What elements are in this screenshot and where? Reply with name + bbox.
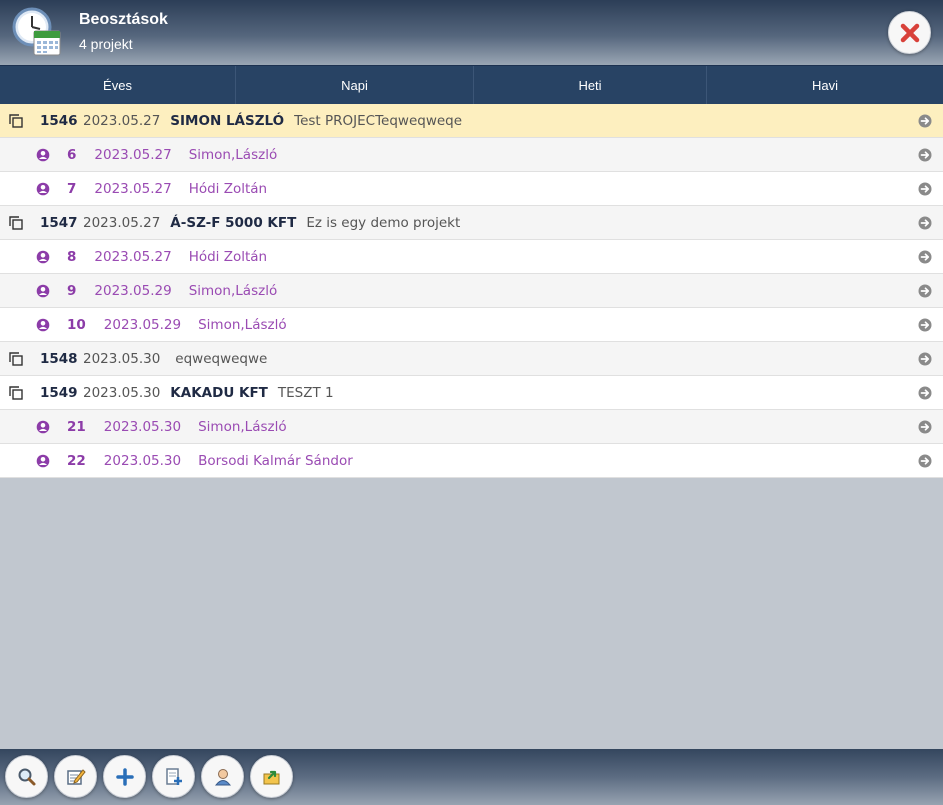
- person-icon: [36, 420, 50, 434]
- assignment-id: 9: [67, 283, 77, 299]
- assignment-person: Hódi Zoltán: [188, 181, 268, 197]
- assignment-date: 2023.05.27: [94, 249, 172, 265]
- edit-note-icon: [66, 768, 86, 785]
- arrow-right-icon[interactable]: [918, 284, 932, 298]
- person-icon: [36, 182, 50, 196]
- assignment-date: 2023.05.30: [103, 419, 182, 435]
- assignment-row[interactable]: 8 2023.05.27 Hódi Zoltán: [0, 240, 943, 274]
- project-client: SIMON LÁSZLÓ: [170, 113, 285, 129]
- close-button[interactable]: [888, 11, 931, 54]
- period-tabs: Éves Napi Heti Havi: [0, 65, 943, 104]
- edit-button[interactable]: [54, 755, 97, 798]
- project-client: KAKADU KFT: [170, 385, 268, 401]
- assignment-person: Simon,László: [188, 147, 278, 163]
- project-client: Á-SZ-F 5000 KFT: [170, 215, 297, 231]
- assignment-person: Borsodi Kalmár Sándor: [198, 453, 353, 469]
- project-description: eqweqweqwe: [175, 351, 268, 367]
- assignment-date: 2023.05.27: [94, 181, 172, 197]
- arrow-right-icon[interactable]: [918, 454, 932, 468]
- project-description: Ez is egy demo projekt: [306, 215, 461, 231]
- assignment-person: Simon,László: [198, 317, 287, 333]
- export-icon: [263, 770, 279, 784]
- assignment-id: 21: [67, 419, 86, 435]
- page-title: Beosztások: [79, 11, 168, 28]
- assignment-date: 2023.05.27: [94, 147, 172, 163]
- assignment-row[interactable]: 22 2023.05.30 Borsodi Kalmár Sándor: [0, 444, 943, 478]
- assignment-row[interactable]: 9 2023.05.29 Simon,László: [0, 274, 943, 308]
- project-id: 1547: [40, 215, 78, 231]
- copy-icon: [9, 352, 23, 366]
- assignment-person: Hódi Zoltán: [188, 249, 268, 265]
- person-icon: [36, 284, 50, 298]
- assignment-row[interactable]: 7 2023.05.27 Hódi Zoltán: [0, 172, 943, 206]
- magnifier-icon: [18, 768, 35, 785]
- project-row[interactable]: 1546 2023.05.27 SIMON LÁSZLÓ Test PROJECTeq…: [0, 104, 943, 138]
- assignment-date: 2023.05.29: [103, 317, 182, 333]
- assignment-person: Simon,László: [188, 283, 278, 299]
- project-description: Test PROJECTeqweqweqe: [294, 113, 463, 129]
- assignment-id: 6: [67, 147, 77, 163]
- project-date: 2023.05.30: [83, 385, 161, 401]
- project-date: 2023.05.27: [83, 215, 161, 231]
- tab-heti[interactable]: Heti: [474, 66, 707, 104]
- assignment-date: 2023.05.29: [94, 283, 172, 299]
- assignment-person: Simon,László: [198, 419, 287, 435]
- assignment-id: 22: [67, 453, 86, 469]
- project-id: 1546: [40, 113, 78, 129]
- assignment-row[interactable]: 6 2023.05.27 Simon,László: [0, 138, 943, 172]
- arrow-right-icon[interactable]: [918, 386, 932, 400]
- arrow-right-icon[interactable]: [918, 216, 932, 230]
- arrow-right-icon[interactable]: [918, 114, 932, 128]
- tab-napi[interactable]: Napi: [236, 66, 474, 104]
- arrow-right-icon[interactable]: [918, 148, 932, 162]
- person-icon: [36, 148, 50, 162]
- assignment-date: 2023.05.30: [103, 453, 182, 469]
- assignment-id: 10: [67, 317, 86, 333]
- tab-eves[interactable]: Éves: [0, 66, 236, 104]
- project-id: 1549: [40, 385, 78, 401]
- user-icon: [214, 768, 231, 785]
- arrow-right-icon[interactable]: [918, 182, 932, 196]
- export-button[interactable]: [250, 755, 293, 798]
- copy-icon: [9, 114, 23, 128]
- bottom-toolbar: [0, 749, 943, 805]
- schedule-list: 1546 2023.05.27 SIMON LÁSZLÓ Test PROJECTeq…: [0, 104, 943, 478]
- clock-calendar-icon: [12, 7, 61, 56]
- project-row[interactable]: 1547 2023.05.27 Á-SZ-F 5000 KFT Ez is egy d…: [0, 206, 943, 240]
- project-date: 2023.05.27: [83, 113, 161, 129]
- project-description: TESZT 1: [277, 385, 334, 401]
- arrow-right-icon[interactable]: [918, 318, 932, 332]
- project-row[interactable]: 1548 2023.05.30 eqweqweqwe: [0, 342, 943, 376]
- person-icon: [36, 454, 50, 468]
- arrow-right-icon[interactable]: [918, 352, 932, 366]
- arrow-right-icon[interactable]: [918, 250, 932, 264]
- header-bar: Beosztások 4 projekt: [0, 0, 943, 65]
- assignment-row[interactable]: 21 2023.05.30 Simon,László: [0, 410, 943, 444]
- copy-icon: [9, 216, 23, 230]
- project-count: 4 projekt: [79, 36, 133, 52]
- person-icon: [36, 318, 50, 332]
- project-row[interactable]: 1549 2023.05.30 KAKADU KFT TESZT 1: [0, 376, 943, 410]
- assignment-id: 7: [67, 181, 77, 197]
- add-button[interactable]: [103, 755, 146, 798]
- copy-icon: [9, 386, 23, 400]
- arrow-right-icon[interactable]: [918, 420, 932, 434]
- plus-icon: [115, 767, 134, 786]
- person-icon: [36, 250, 50, 264]
- close-icon: [900, 23, 919, 42]
- add-document-button[interactable]: [152, 755, 195, 798]
- assignment-id: 8: [67, 249, 77, 265]
- project-date: 2023.05.30: [83, 351, 161, 367]
- search-button[interactable]: [5, 755, 48, 798]
- tab-havi[interactable]: Havi: [707, 66, 943, 104]
- user-button[interactable]: [201, 755, 244, 798]
- document-add-icon: [165, 767, 182, 785]
- assignment-row[interactable]: 10 2023.05.29 Simon,László: [0, 308, 943, 342]
- project-id: 1548: [40, 351, 78, 367]
